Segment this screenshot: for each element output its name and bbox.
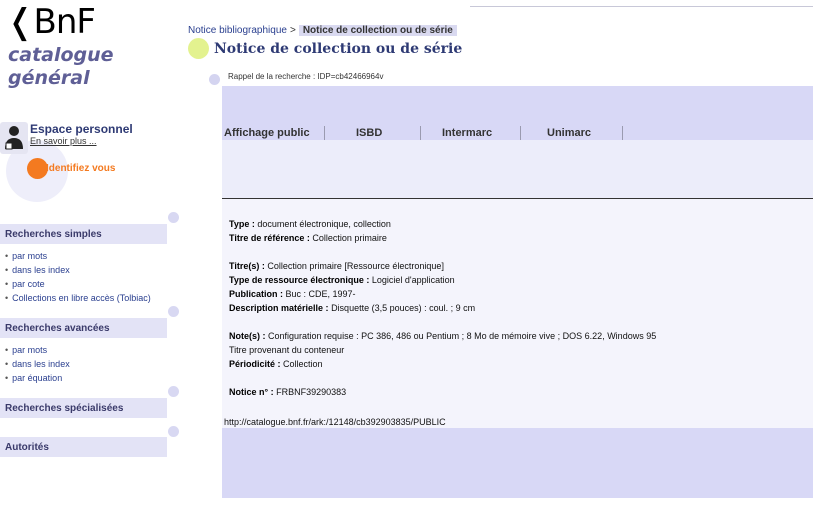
nav-link-label: par équation xyxy=(12,373,63,383)
bullet-icon: • xyxy=(5,373,9,383)
tab-content-header xyxy=(222,140,813,198)
view-tabs: Affichage public ISBD Intermarc Unimarc xyxy=(222,126,642,140)
section-dot-icon xyxy=(168,306,179,317)
recherches-avancees-list: • par mots • dans les index • par équation xyxy=(5,343,70,385)
title-bullet-icon xyxy=(188,38,209,59)
field-publication: Publication : Buc : CDE, 1997- xyxy=(229,289,356,300)
permalink[interactable]: http://catalogue.bnf.fr/ark:/12148/cb392… xyxy=(224,417,446,427)
logo-line2: général xyxy=(8,67,90,89)
nav-link-label: Collections en libre accès (Tolbiac) xyxy=(12,293,151,303)
field-periodicite: Périodicité : Collection xyxy=(229,359,323,370)
nav-link-label: par mots xyxy=(12,251,48,261)
identify-link[interactable]: Identifiez vous xyxy=(46,163,115,174)
field-value: Collection xyxy=(283,359,323,369)
tab-divider xyxy=(622,126,623,140)
nav-link-label: par mots xyxy=(12,345,48,355)
user-icon-svg xyxy=(5,126,23,150)
bnf-logo[interactable]: ❬BnF catalogue général xyxy=(6,2,156,89)
field-label: Notice n° : xyxy=(229,387,274,397)
field-value: Buc : CDE, 1997- xyxy=(285,289,356,299)
breadcrumb: Notice bibliographique > Notice de collect… xyxy=(188,25,457,37)
tab-divider xyxy=(420,126,421,140)
bullet-icon: • xyxy=(5,345,9,355)
tab-affichage-public[interactable]: Affichage public xyxy=(224,126,310,140)
nav-link-label: dans les index xyxy=(12,265,70,275)
search-recall-bullet-icon xyxy=(209,74,220,85)
tab-isbd[interactable]: ISBD xyxy=(356,126,382,140)
field-titre-reference: Titre de référence : Collection primaire xyxy=(229,233,387,244)
section-dot-icon xyxy=(168,212,179,223)
section-title: Recherches simples xyxy=(5,229,102,240)
section-title: Autorités xyxy=(5,442,49,453)
tab-divider xyxy=(324,126,325,140)
user-icon xyxy=(0,122,28,154)
section-recherches-simples[interactable]: Recherches simples xyxy=(0,224,167,244)
field-notes-line2: Titre provenant du conteneur xyxy=(229,345,345,355)
field-label: Type : xyxy=(229,219,255,229)
field-label: Périodicité : xyxy=(229,359,281,369)
field-label: Type de ressource électronique : xyxy=(229,275,370,285)
section-title: Recherches spécialisées xyxy=(5,403,124,414)
field-notice: Notice n° : FRBNF39290383 xyxy=(229,387,346,398)
section-recherches-avancees[interactable]: Recherches avancées xyxy=(0,318,167,338)
breadcrumb-separator: > xyxy=(289,25,296,36)
nav-link-label: dans les index xyxy=(12,359,70,369)
field-titre: Titre(s) : Collection primaire [Ressourc… xyxy=(229,261,444,272)
nav-link-dans-les-index[interactable]: • dans les index xyxy=(5,357,70,371)
nav-link-collections-libre-acces[interactable]: • Collections en libre accès (Tolbiac) xyxy=(5,291,151,305)
section-recherches-specialisees[interactable]: Recherches spécialisées xyxy=(0,398,167,418)
bullet-icon: • xyxy=(5,293,9,303)
section-title: Recherches avancées xyxy=(5,323,110,334)
record-content: Type : document électronique, collection… xyxy=(222,199,813,428)
field-type: Type : document électronique, collection xyxy=(229,219,391,230)
field-type-ressource: Type de ressource électronique : Logicie… xyxy=(229,275,455,286)
field-label: Note(s) : xyxy=(229,331,266,341)
tab-divider xyxy=(520,126,521,140)
nav-link-par-mots[interactable]: • par mots xyxy=(5,343,70,357)
espace-personnel-link[interactable]: Espace personnel xyxy=(30,122,133,136)
top-divider xyxy=(470,6,813,7)
field-value: Logiciel d'application xyxy=(371,275,455,285)
field-label: Titre de référence : xyxy=(229,233,310,243)
section-autorites[interactable]: Autorités xyxy=(0,437,167,457)
en-savoir-plus-link[interactable]: En savoir plus ... xyxy=(30,136,97,146)
logo-line1: catalogue xyxy=(8,44,114,66)
field-label: Publication : xyxy=(229,289,283,299)
bullet-icon: • xyxy=(5,265,9,275)
field-description: Description matérielle : Disquette (3,5 … xyxy=(229,303,475,314)
field-label: Titre(s) : xyxy=(229,261,265,271)
bullet-icon: • xyxy=(5,251,9,261)
search-recall: Rappel de la recherche : IDP=cb42466964v xyxy=(228,72,384,81)
nav-link-par-equation[interactable]: • par équation xyxy=(5,371,70,385)
breadcrumb-parent-link[interactable]: Notice bibliographique xyxy=(188,25,287,36)
nav-link-dans-les-index[interactable]: • dans les index xyxy=(5,263,151,277)
field-value: document électronique, collection xyxy=(257,219,391,229)
bullet-icon: • xyxy=(5,359,9,369)
field-value: Collection primaire xyxy=(312,233,387,243)
nav-link-par-cote[interactable]: • par cote xyxy=(5,277,151,291)
field-value: FRBNF39290383 xyxy=(276,387,347,397)
tab-intermarc[interactable]: Intermarc xyxy=(442,126,492,140)
tab-unimarc[interactable]: Unimarc xyxy=(547,126,591,140)
record-panel: Affichage public ISBD Intermarc Unimarc … xyxy=(222,86,813,498)
field-value: Collection primaire [Ressource électroni… xyxy=(267,261,444,271)
nav-link-par-mots[interactable]: • par mots xyxy=(5,249,151,263)
section-dot-icon xyxy=(168,426,179,437)
nav-link-label: par cote xyxy=(12,279,45,289)
field-value: Configuration requise : PC 386, 486 ou P… xyxy=(268,331,657,341)
recherches-simples-list: • par mots • dans les index • par cote • Col… xyxy=(5,249,151,305)
field-notes: Note(s) : Configuration requise : PC 386… xyxy=(229,331,656,342)
bullet-icon: • xyxy=(5,279,9,289)
page-title: Notice de collection ou de série xyxy=(214,41,463,57)
identify-bullet-icon xyxy=(27,158,48,179)
user-area: Espace personnel En savoir plus ... Iden… xyxy=(0,120,200,210)
field-label: Description matérielle : xyxy=(229,303,329,313)
breadcrumb-current: Notice de collection ou de série xyxy=(298,25,457,36)
logo-brand: ❬BnF xyxy=(6,2,96,42)
field-value: Disquette (3,5 pouces) : coul. ; 9 cm xyxy=(331,303,476,313)
section-dot-icon xyxy=(168,386,179,397)
